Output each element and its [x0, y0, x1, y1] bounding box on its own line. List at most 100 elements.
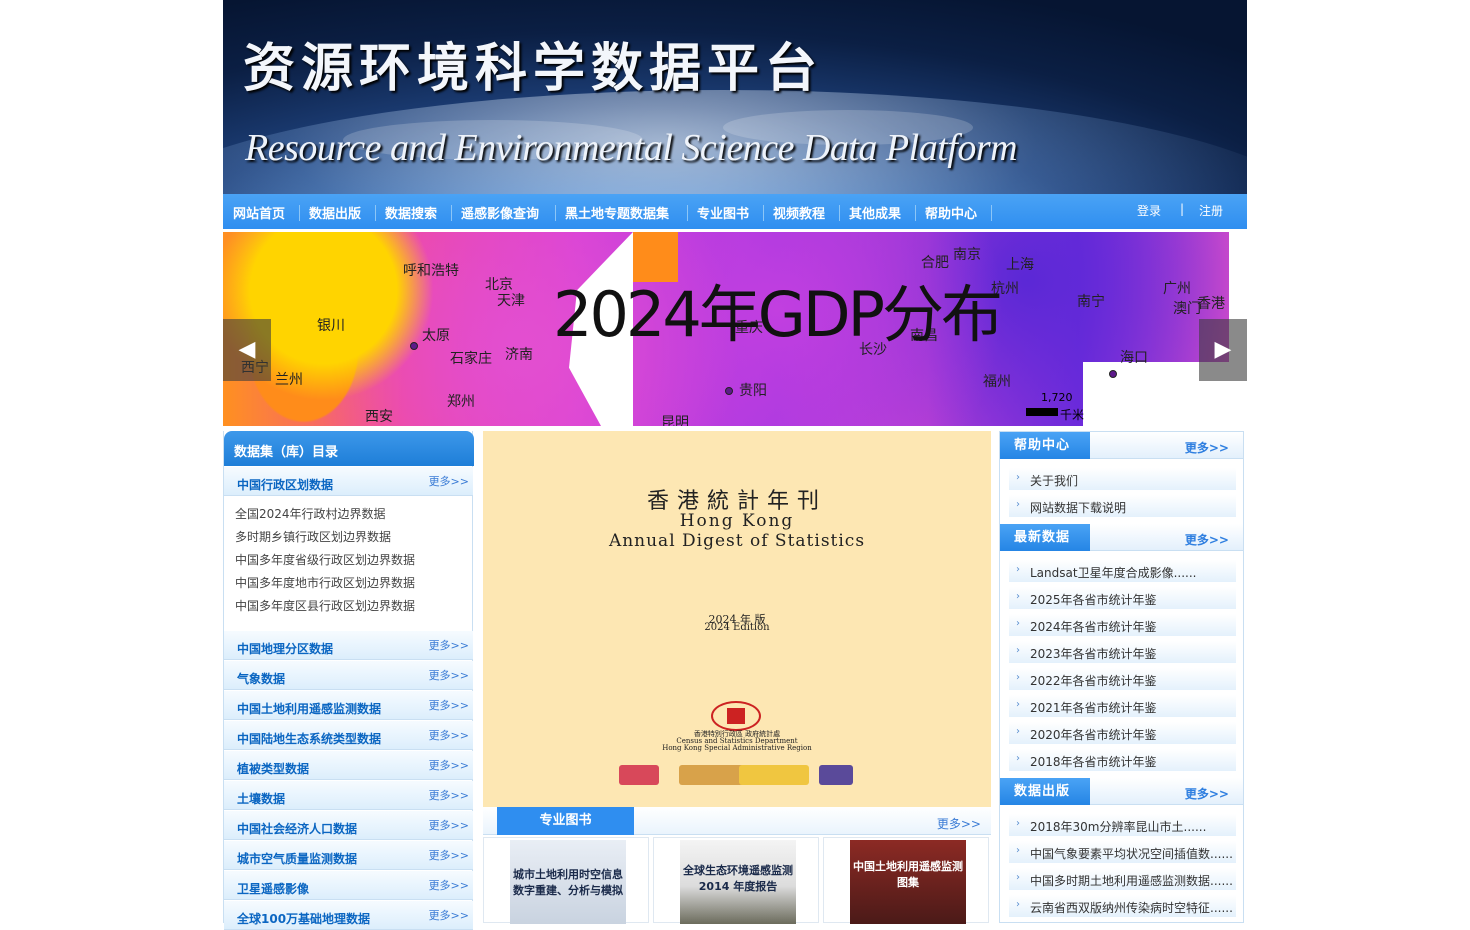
map-city-label: 福州 — [983, 374, 1011, 390]
latest-item[interactable]: › 2020年各省市统计年鉴 — [1009, 722, 1236, 744]
more-link[interactable]: 更多>> — [429, 877, 469, 893]
catalog-category[interactable]: 全球100万基础地理数据 更多>> — [224, 901, 473, 930]
latest-item[interactable]: › 2024年各省市统计年鉴 — [1009, 614, 1236, 636]
help-item-label[interactable]: 网站数据下载说明 — [1030, 499, 1126, 516]
publish-more-link[interactable]: 更多>> — [1185, 785, 1229, 802]
category-name[interactable]: 中国陆地生态系统类型数据 — [237, 730, 381, 747]
more-link[interactable]: 更多>> — [429, 907, 469, 923]
category-name[interactable]: 中国地理分区数据 — [237, 640, 333, 657]
publish-item[interactable]: › 中国气象要素平均状况空间插值数...... — [1009, 841, 1236, 863]
books-tab[interactable]: 专业图书 — [497, 807, 634, 835]
latest-item-label[interactable]: 2025年各省市统计年鉴 — [1030, 591, 1157, 608]
login-link[interactable]: 登录 — [1137, 202, 1161, 219]
category-name[interactable]: 植被类型数据 — [237, 760, 309, 777]
help-item[interactable]: › 关于我们 — [1009, 468, 1236, 490]
catalog-category[interactable]: 土壤数据 更多>> — [224, 781, 473, 810]
publish-item[interactable]: › 云南省西双版纳州传染病时空特征...... — [1009, 895, 1236, 917]
nav-video-tutorials[interactable]: 视频教程 — [773, 203, 825, 222]
catalog-category[interactable]: 中国地理分区数据 更多>> — [224, 631, 473, 660]
catalog-category[interactable]: 中国行政区划数据 更多>> — [224, 467, 473, 496]
dataset-link[interactable]: 中国多年度省级行政区划边界数据 — [235, 551, 415, 568]
publish-item-label[interactable]: 云南省西双版纳州传染病时空特征...... — [1030, 899, 1233, 916]
nav-data-publish[interactable]: 数据出版 — [309, 203, 361, 222]
more-link[interactable]: 更多>> — [429, 787, 469, 803]
banner-slider[interactable]: 呼和浩特 北京 天津 银川 太原 石家庄 济南 西宁 兰州 郑州 西安 合肥 南… — [223, 232, 1247, 426]
dataset-link[interactable]: 全国2024年行政村边界数据 — [235, 505, 386, 522]
latest-item-label[interactable]: 2022年各省市统计年鉴 — [1030, 672, 1157, 689]
chevron-right-icon: › — [1016, 753, 1020, 764]
more-link[interactable]: 更多>> — [429, 637, 469, 653]
nav-rs-image-query[interactable]: 遥感影像查询 — [461, 203, 539, 222]
nav-other-results[interactable]: 其他成果 — [849, 203, 901, 222]
publish-item-label[interactable]: 中国多时期土地利用遥感监测数据...... — [1030, 872, 1233, 889]
category-name[interactable]: 卫星遥感影像 — [237, 880, 309, 897]
catalog-category[interactable]: 气象数据 更多>> — [224, 661, 473, 690]
featured-book-cover[interactable]: 香港統計年刊 Hong Kong Annual Digest of Statis… — [483, 431, 991, 807]
latest-item[interactable]: › 2023年各省市统计年鉴 — [1009, 641, 1236, 663]
slider-next-button[interactable]: ▶ — [1199, 319, 1247, 381]
more-link[interactable]: 更多>> — [429, 697, 469, 713]
dataset-link[interactable]: 多时期乡镇行政区划边界数据 — [235, 528, 391, 545]
latest-item-label[interactable]: 2018年各省市统计年鉴 — [1030, 753, 1157, 770]
books-more-link[interactable]: 更多>> — [937, 815, 981, 832]
more-link[interactable]: 更多>> — [429, 727, 469, 743]
register-link[interactable]: 注册 — [1199, 202, 1223, 219]
latest-item-label[interactable]: Landsat卫星年度合成影像...... — [1030, 564, 1196, 581]
book-thumbnail[interactable]: 城市土地利用时空信息数字重建、分析与模拟 — [483, 837, 649, 924]
latest-item-label[interactable]: 2024年各省市统计年鉴 — [1030, 618, 1157, 635]
latest-item[interactable]: › 2021年各省市统计年鉴 — [1009, 695, 1236, 717]
dataset-link[interactable]: 中国多年度区县行政区划边界数据 — [235, 597, 415, 614]
nav-separator — [687, 205, 688, 221]
latest-item[interactable]: › Landsat卫星年度合成影像...... — [1009, 560, 1236, 582]
category-name[interactable]: 城市空气质量监测数据 — [237, 850, 357, 867]
more-link[interactable]: 更多>> — [429, 473, 469, 489]
more-link[interactable]: 更多>> — [429, 757, 469, 773]
arrow-left-icon: ◀ — [238, 337, 256, 362]
help-more-link[interactable]: 更多>> — [1185, 439, 1229, 456]
latest-item-label[interactable]: 2021年各省市统计年鉴 — [1030, 699, 1157, 716]
latest-more-link[interactable]: 更多>> — [1185, 531, 1229, 548]
latest-item-label[interactable]: 2020年各省市统计年鉴 — [1030, 726, 1157, 743]
latest-item[interactable]: › 2018年各省市统计年鉴 — [1009, 749, 1236, 771]
map-city-label: 郑州 — [447, 394, 475, 410]
map-city-label: 南宁 — [1077, 294, 1105, 310]
more-link[interactable]: 更多>> — [429, 667, 469, 683]
category-name[interactable]: 中国行政区划数据 — [237, 476, 333, 493]
publish-item[interactable]: › 2018年30m分辨率昆山市土...... — [1009, 814, 1236, 836]
help-item[interactable]: › 网站数据下载说明 — [1009, 495, 1236, 517]
latest-item[interactable]: › 2022年各省市统计年鉴 — [1009, 668, 1236, 690]
category-name[interactable]: 中国社会经济人口数据 — [237, 820, 357, 837]
publish-item-label[interactable]: 中国气象要素平均状况空间插值数...... — [1030, 845, 1233, 862]
more-link[interactable]: 更多>> — [429, 847, 469, 863]
category-name[interactable]: 中国土地利用遥感监测数据 — [237, 700, 381, 717]
header-banner: 资源环境科学数据平台 Resource and Environmental Sc… — [223, 0, 1247, 194]
catalog-category[interactable]: 中国土地利用遥感监测数据 更多>> — [224, 691, 473, 720]
catalog-category[interactable]: 植被类型数据 更多>> — [224, 751, 473, 780]
map-city-dot — [725, 387, 733, 395]
nav-help-center[interactable]: 帮助中心 — [925, 203, 977, 222]
help-item-label[interactable]: 关于我们 — [1030, 472, 1078, 489]
category-name[interactable]: 土壤数据 — [237, 790, 285, 807]
category-name[interactable]: 全球100万基础地理数据 — [237, 910, 370, 927]
nav-home[interactable]: 网站首页 — [233, 203, 285, 222]
partner-logo-icon — [619, 765, 659, 785]
slider-prev-button[interactable]: ◀ — [223, 319, 271, 381]
book-thumbnail[interactable]: 中国土地利用遥感监测图集 — [823, 837, 989, 924]
book-thumbnail[interactable]: 全球生态环境遥感监测 2014 年度报告 — [653, 837, 819, 924]
catalog-category[interactable]: 中国陆地生态系统类型数据 更多>> — [224, 721, 473, 750]
catalog-category[interactable]: 城市空气质量监测数据 更多>> — [224, 841, 473, 870]
publish-item[interactable]: › 中国多时期土地利用遥感监测数据...... — [1009, 868, 1236, 890]
dataset-link[interactable]: 中国多年度地市行政区划边界数据 — [235, 574, 415, 591]
latest-item-label[interactable]: 2023年各省市统计年鉴 — [1030, 645, 1157, 662]
latest-item[interactable]: › 2025年各省市统计年鉴 — [1009, 587, 1236, 609]
nav-data-search[interactable]: 数据搜索 — [385, 203, 437, 222]
catalog-category[interactable]: 中国社会经济人口数据 更多>> — [224, 811, 473, 840]
catalog-category[interactable]: 卫星遥感影像 更多>> — [224, 871, 473, 900]
nav-books[interactable]: 专业图书 — [697, 203, 749, 222]
more-link[interactable]: 更多>> — [429, 817, 469, 833]
catalog-title: 数据集（库）目录 — [224, 431, 474, 466]
map-city-label: 济南 — [505, 347, 533, 363]
nav-black-soil[interactable]: 黑土地专题数据集 — [565, 203, 669, 222]
category-name[interactable]: 气象数据 — [237, 670, 285, 687]
publish-item-label[interactable]: 2018年30m分辨率昆山市土...... — [1030, 818, 1206, 835]
